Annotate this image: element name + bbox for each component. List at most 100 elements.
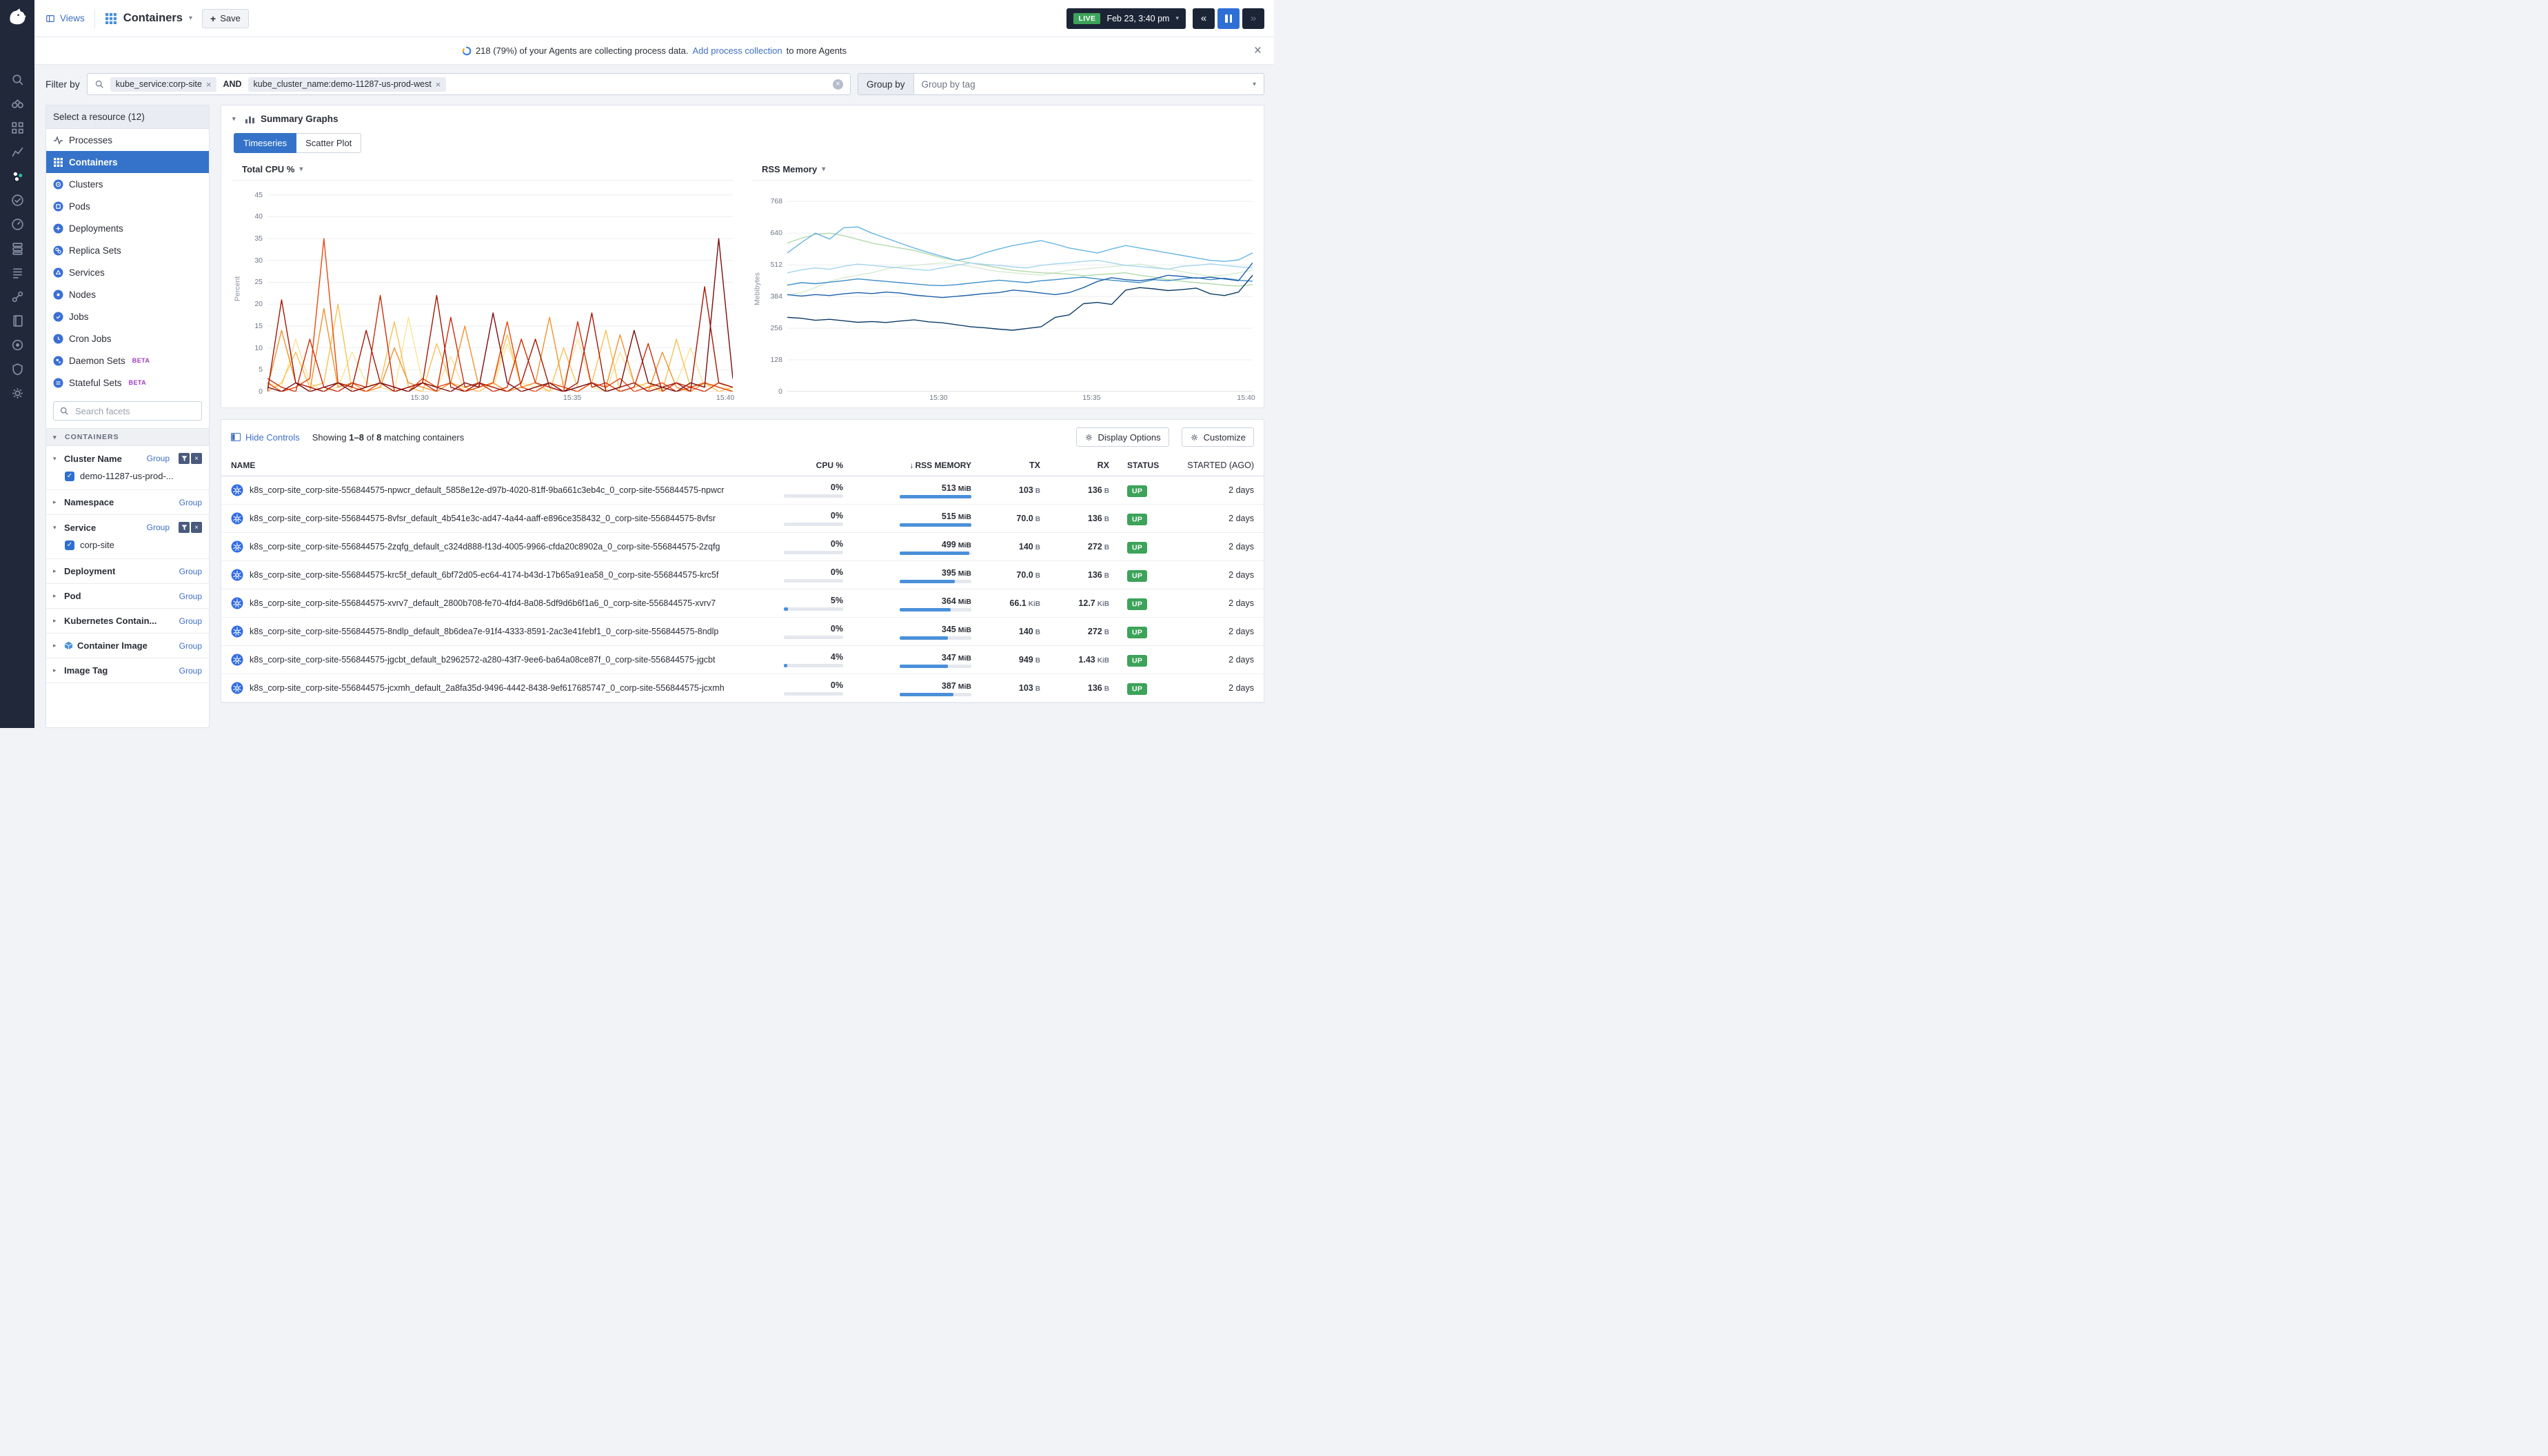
facet-label[interactable]: Namespace [64, 497, 114, 507]
column-header-started[interactable]: STARTED (AGO) [1173, 461, 1254, 470]
group-by-link[interactable]: Group [179, 592, 202, 601]
filter-token[interactable]: kube_service:corp-site× [110, 77, 217, 92]
sidebar-item-nodes[interactable]: Nodes [46, 283, 209, 305]
group-by-select[interactable]: Group by tag ▾ [913, 73, 1264, 95]
facet-label[interactable]: Image Tag [64, 665, 108, 676]
chevron-down-icon[interactable]: ▾ [53, 524, 60, 532]
clear-filter-button[interactable]: × [191, 522, 202, 533]
chevron-right-icon[interactable]: ▸ [53, 592, 60, 600]
page-title-dropdown[interactable]: Containers ▾ [105, 12, 192, 25]
chevron-right-icon[interactable]: ▸ [53, 642, 60, 649]
dashboards-icon[interactable] [10, 121, 25, 135]
customize-button[interactable]: Customize [1182, 427, 1254, 447]
chevron-down-icon[interactable]: ▾ [53, 455, 60, 463]
views-link[interactable]: Views [46, 13, 85, 23]
sidebar-item-pods[interactable]: Pods [46, 195, 209, 217]
table-row[interactable]: k8s_corp-site_corp-site-556844575-npwcr_… [221, 476, 1264, 505]
chevron-right-icon[interactable]: ▸ [53, 567, 60, 575]
apm-gauge-icon[interactable] [10, 217, 25, 232]
infrastructure-icon[interactable] [10, 169, 25, 183]
table-row[interactable]: k8s_corp-site_corp-site-556844575-8ndlp_… [221, 618, 1264, 646]
table-row[interactable]: k8s_corp-site_corp-site-556844575-krc5f_… [221, 561, 1264, 589]
facet-label[interactable]: Kubernetes Contain... [64, 616, 156, 626]
facet-label[interactable]: Container Image [77, 640, 148, 651]
filter-funnel-button[interactable] [179, 522, 190, 533]
remove-token-icon[interactable]: × [436, 79, 441, 90]
column-header-rx[interactable]: RX [1040, 461, 1109, 470]
chevron-right-icon[interactable]: ▸ [53, 617, 60, 625]
integrations-icon[interactable] [10, 241, 25, 256]
chevron-right-icon[interactable]: ▸ [53, 498, 60, 506]
watchdog-icon[interactable] [10, 97, 25, 111]
add-process-collection-link[interactable]: Add process collection [693, 46, 782, 56]
search-facets-input[interactable] [74, 405, 196, 417]
clear-filter-icon[interactable]: × [833, 79, 843, 90]
facet-label[interactable]: Deployment [64, 566, 115, 576]
metrics-icon[interactable] [10, 145, 25, 159]
settings-gear-icon[interactable] [10, 386, 25, 401]
table-row[interactable]: k8s_corp-site_corp-site-556844575-jcxmh_… [221, 674, 1264, 702]
group-by-link[interactable]: Group [179, 616, 202, 626]
display-options-button[interactable]: Display Options [1076, 427, 1169, 447]
facet-label[interactable]: Cluster Name [64, 454, 122, 464]
table-row[interactable]: k8s_corp-site_corp-site-556844575-xvrv7_… [221, 589, 1264, 618]
fast-forward-button[interactable]: » [1242, 8, 1264, 29]
rewind-button[interactable]: « [1193, 8, 1215, 29]
tab-scatter-plot[interactable]: Scatter Plot [296, 133, 361, 153]
group-by-link[interactable]: Group [179, 666, 202, 676]
filter-token[interactable]: kube_cluster_name:demo-11287-us-prod-wes… [248, 77, 447, 92]
network-icon[interactable] [10, 290, 25, 304]
clear-filter-button[interactable]: × [191, 453, 202, 464]
pause-button[interactable] [1217, 8, 1240, 29]
group-by-link[interactable]: Group [147, 454, 170, 463]
table-row[interactable]: k8s_corp-site_corp-site-556844575-8vfsr_… [221, 505, 1264, 533]
sidebar-item-jobs[interactable]: Jobs [46, 305, 209, 327]
chevron-down-icon[interactable]: ▾ [232, 115, 239, 123]
column-header-tx[interactable]: TX [971, 461, 1040, 470]
time-range-selector[interactable]: LIVE Feb 23, 3:40 pm ▾ [1066, 8, 1186, 29]
logs-icon[interactable] [10, 265, 25, 280]
column-header-name[interactable]: NAME [231, 461, 766, 470]
filter-funnel-button[interactable] [179, 453, 190, 464]
group-by-link[interactable]: Group [179, 567, 202, 576]
group-by-link[interactable]: Group [179, 641, 202, 651]
hide-controls-link[interactable]: Hide Controls [231, 432, 300, 443]
notebooks-icon[interactable] [10, 314, 25, 328]
group-by-link[interactable]: Group [147, 523, 170, 532]
sidebar-item-daemon-sets[interactable]: Daemon Sets BETA [46, 350, 209, 372]
save-button[interactable]: + Save [202, 9, 249, 28]
chevron-right-icon[interactable]: ▸ [53, 667, 60, 674]
remove-token-icon[interactable]: × [206, 79, 212, 90]
rss-memory-bar [900, 693, 971, 696]
synthetics-icon[interactable] [10, 338, 25, 352]
facet-label[interactable]: Service [64, 523, 96, 533]
customize-label: Customize [1204, 432, 1246, 443]
sidebar-item-clusters[interactable]: Clusters [46, 173, 209, 195]
table-row[interactable]: k8s_corp-site_corp-site-556844575-2zqfg_… [221, 533, 1264, 561]
tab-timeseries[interactable]: Timeseries [234, 133, 296, 153]
column-header-status[interactable]: STATUS [1109, 461, 1173, 470]
cpu-metric-selector[interactable]: Total CPU % ▾ [232, 164, 733, 181]
column-header-cpu[interactable]: CPU % [766, 461, 843, 470]
sidebar-item-stateful-sets[interactable]: Stateful Sets BETA [46, 372, 209, 394]
containers-section-header[interactable]: ▾ CONTAINERS [46, 428, 209, 446]
column-header-rss[interactable]: ↓RSS MEMORY [843, 461, 971, 470]
sidebar-item-replica-sets[interactable]: Replica Sets [46, 239, 209, 261]
datadog-logo[interactable] [6, 6, 28, 28]
facet-label[interactable]: Pod [64, 591, 81, 601]
checkbox-checked[interactable]: ✓ [65, 540, 74, 550]
sidebar-item-processes[interactable]: Processes [46, 129, 209, 151]
close-icon[interactable]: × [1254, 44, 1262, 57]
security-shield-icon[interactable] [10, 362, 25, 376]
search-icon[interactable] [10, 72, 25, 87]
memory-metric-selector[interactable]: RSS Memory ▾ [752, 164, 1253, 181]
sidebar-item-deployments[interactable]: Deployments [46, 217, 209, 239]
sidebar-item-services[interactable]: Services [46, 261, 209, 283]
sidebar-item-containers[interactable]: Containers [46, 151, 209, 173]
table-row[interactable]: k8s_corp-site_corp-site-556844575-jgcbt_… [221, 646, 1264, 674]
monitors-icon[interactable] [10, 193, 25, 208]
checkbox-checked[interactable]: ✓ [65, 472, 74, 481]
filter-search-input[interactable]: kube_service:corp-site× AND kube_cluster… [87, 73, 851, 95]
sidebar-item-cron-jobs[interactable]: Cron Jobs [46, 327, 209, 350]
group-by-link[interactable]: Group [179, 498, 202, 507]
